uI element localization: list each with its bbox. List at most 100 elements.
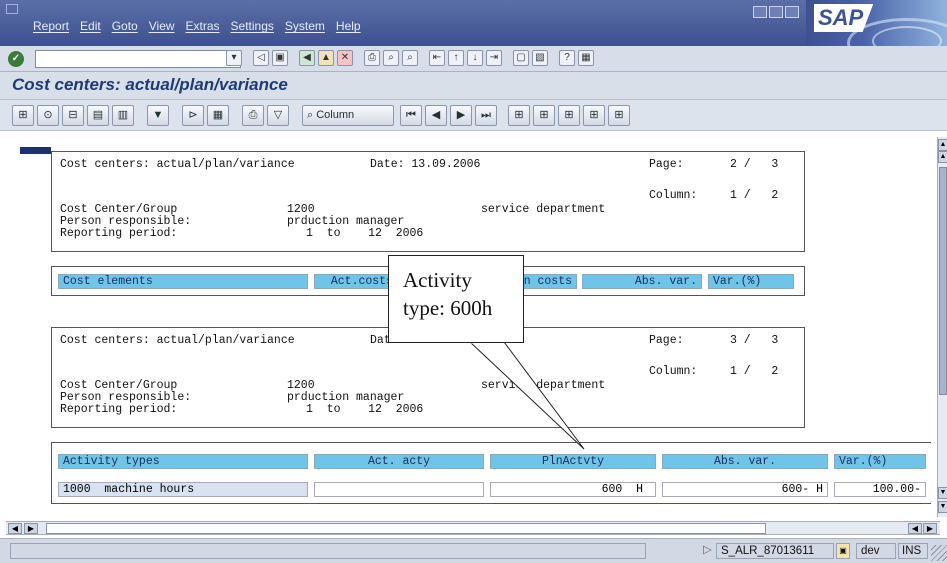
- new-session-icon[interactable]: ▢: [513, 50, 529, 66]
- page-down-icon[interactable]: ▼: [938, 487, 947, 499]
- menu-goto[interactable]: Goto: [112, 19, 138, 33]
- first-column-icon[interactable]: ⏮: [400, 105, 422, 126]
- reporting-period-label: Reporting period:: [60, 227, 178, 240]
- exit-icon[interactable]: ▲: [318, 50, 334, 66]
- table-icon[interactable]: ▦: [207, 105, 229, 126]
- scroll-right-step-icon[interactable]: ▶: [24, 523, 38, 534]
- callout-line-1: Activity: [403, 268, 472, 292]
- plnactvty-cell: 600 H: [490, 482, 656, 497]
- report-title: Cost centers: actual/plan/variance: [60, 158, 295, 171]
- report-header-1: Cost centers: actual/plan/variance Date:…: [51, 151, 805, 252]
- print-report-icon[interactable]: ⎙: [242, 105, 264, 126]
- layout-menu-icon[interactable]: ▦: [578, 50, 594, 66]
- layout-filter-icon[interactable]: ▽: [267, 105, 289, 126]
- save-icon[interactable]: ▣: [272, 50, 288, 66]
- find-next-icon[interactable]: ⌕: [402, 50, 418, 66]
- scroll-down-icon[interactable]: ▼: [938, 501, 947, 513]
- column-header-act-acty[interactable]: Act. acty: [314, 454, 484, 469]
- minimize-icon[interactable]: [753, 6, 767, 18]
- layout-3-icon[interactable]: ⊞: [558, 105, 580, 126]
- command-field[interactable]: [35, 50, 241, 68]
- main-menu: Report Edit Goto View Extras Settings Sy…: [33, 19, 372, 33]
- shortcut-icon[interactable]: ▧: [532, 50, 548, 66]
- reporting-period-value: 1 to 12 2006: [306, 227, 424, 240]
- menu-report[interactable]: Report: [33, 19, 69, 33]
- vertical-scrollbar[interactable]: ▲ ▲ ▼ ▼: [937, 137, 947, 517]
- help-icon[interactable]: ?: [559, 50, 575, 66]
- next-page-icon[interactable]: ↓: [467, 50, 483, 66]
- resize-grip-icon[interactable]: [931, 545, 947, 561]
- column-header-var-pct[interactable]: Var.(%): [834, 454, 926, 469]
- last-page-icon[interactable]: ⇥: [486, 50, 502, 66]
- expand-icon[interactable]: ▤: [87, 105, 109, 126]
- next-column-icon[interactable]: ▶: [450, 105, 472, 126]
- cost-center-description: service department: [481, 379, 606, 392]
- find-icon[interactable]: ⌕: [383, 50, 399, 66]
- collapse-icon[interactable]: ▥: [112, 105, 134, 126]
- column-header-cost-elements[interactable]: Cost elements: [58, 274, 308, 289]
- layout-1-icon[interactable]: ⊞: [508, 105, 530, 126]
- column-header-act-costs[interactable]: Act.costs: [314, 274, 398, 289]
- layout-5-icon[interactable]: ⊞: [608, 105, 630, 126]
- back-icon[interactable]: ◀: [299, 50, 315, 66]
- column-button[interactable]: ⌕ Column: [302, 105, 394, 126]
- filter-icon[interactable]: ▼: [147, 105, 169, 126]
- page-label: Page:: [649, 158, 684, 171]
- layout-2-icon[interactable]: ⊞: [533, 105, 555, 126]
- scroll-left-end-icon[interactable]: ◀: [908, 523, 922, 534]
- status-expand-icon[interactable]: ▷: [703, 543, 712, 559]
- report-title: Cost centers: actual/plan/variance: [60, 334, 295, 347]
- hierarchy-icon[interactable]: ⊞: [12, 105, 34, 126]
- previous-page-icon[interactable]: ↑: [448, 50, 464, 66]
- column-button-label: Column: [316, 109, 355, 121]
- horizontal-scroll-thumb[interactable]: [46, 523, 766, 534]
- column-header-abs-var[interactable]: Abs. var.: [662, 454, 828, 469]
- layout-4-icon[interactable]: ⊞: [583, 105, 605, 126]
- print-icon[interactable]: ⎙: [364, 50, 380, 66]
- previous-column-icon[interactable]: ◀: [425, 105, 447, 126]
- screen-title-bar: Cost centers: actual/plan/variance: [0, 72, 947, 100]
- close-icon[interactable]: [785, 6, 799, 18]
- selection-marker[interactable]: [20, 147, 51, 154]
- menu-settings[interactable]: Settings: [231, 19, 274, 33]
- first-page-icon[interactable]: ⇤: [429, 50, 445, 66]
- menu-view[interactable]: View: [149, 19, 175, 33]
- scroll-right-icon[interactable]: ▶: [923, 523, 937, 534]
- variant-icon[interactable]: ⊟: [62, 105, 84, 126]
- menu-edit[interactable]: Edit: [80, 19, 101, 33]
- system-menu-icon[interactable]: [6, 4, 18, 14]
- status-insert-mode[interactable]: INS: [898, 543, 928, 559]
- act-acty-cell: [314, 482, 484, 497]
- dropdown-icon[interactable]: ▾: [226, 50, 242, 66]
- page-title: Cost centers: actual/plan/variance: [12, 75, 288, 94]
- display-icon[interactable]: ⊙: [37, 105, 59, 126]
- menu-bar: Report Edit Goto View Extras Settings Sy…: [0, 0, 947, 46]
- column-header-var-pct[interactable]: Var.(%): [708, 274, 794, 289]
- column-label: Column:: [649, 189, 698, 202]
- menu-help[interactable]: Help: [336, 19, 361, 33]
- maximize-icon[interactable]: [769, 6, 783, 18]
- column-header-abs-var[interactable]: Abs. var.: [582, 274, 702, 289]
- column-header-plnactvty[interactable]: PlnActvty: [490, 454, 656, 469]
- back-arrow-icon[interactable]: ◁: [253, 50, 269, 66]
- last-column-icon[interactable]: ⏭: [475, 105, 497, 126]
- standard-toolbar: ✓ ▾ ◁ ▣ ◀ ▲ ✕ ⎙ ⌕ ⌕ ⇤ ↑ ↓ ⇥ ▢ ▧ ? ▦: [0, 46, 947, 72]
- scroll-left-icon[interactable]: ◀: [8, 523, 22, 534]
- column-header-activity-types[interactable]: Activity types: [58, 454, 308, 469]
- enter-check-icon[interactable]: ✓: [8, 51, 24, 67]
- scroll-thumb[interactable]: [939, 167, 947, 395]
- menu-extras[interactable]: Extras: [186, 19, 220, 33]
- drilldown-icon[interactable]: ⊳: [182, 105, 204, 126]
- cancel-icon[interactable]: ✕: [337, 50, 353, 66]
- status-info-icon[interactable]: ▣: [836, 543, 850, 559]
- status-program[interactable]: S_ALR_87013611: [716, 543, 834, 559]
- scroll-up-icon[interactable]: ▲: [938, 139, 947, 151]
- activity-type-cell[interactable]: 1000 machine hours: [58, 482, 308, 497]
- page-up-icon[interactable]: ▲: [938, 151, 947, 163]
- standard-toolbar-buttons: ◁ ▣ ◀ ▲ ✕ ⎙ ⌕ ⌕ ⇤ ↑ ↓ ⇥ ▢ ▧ ? ▦: [253, 50, 594, 67]
- horizontal-scrollbar[interactable]: ◀ ▶ ◀ ▶: [6, 521, 940, 535]
- window-controls: [753, 6, 799, 18]
- menu-system[interactable]: System: [285, 19, 325, 33]
- application-toolbar: ⊞ ⊙ ⊟ ▤ ▥ ▼ ⊳ ▦ ⎙ ▽ ⌕ Column ⏮ ◀ ▶ ⏭ ⊞ ⊞…: [0, 100, 947, 131]
- cost-center-description: service department: [481, 203, 606, 216]
